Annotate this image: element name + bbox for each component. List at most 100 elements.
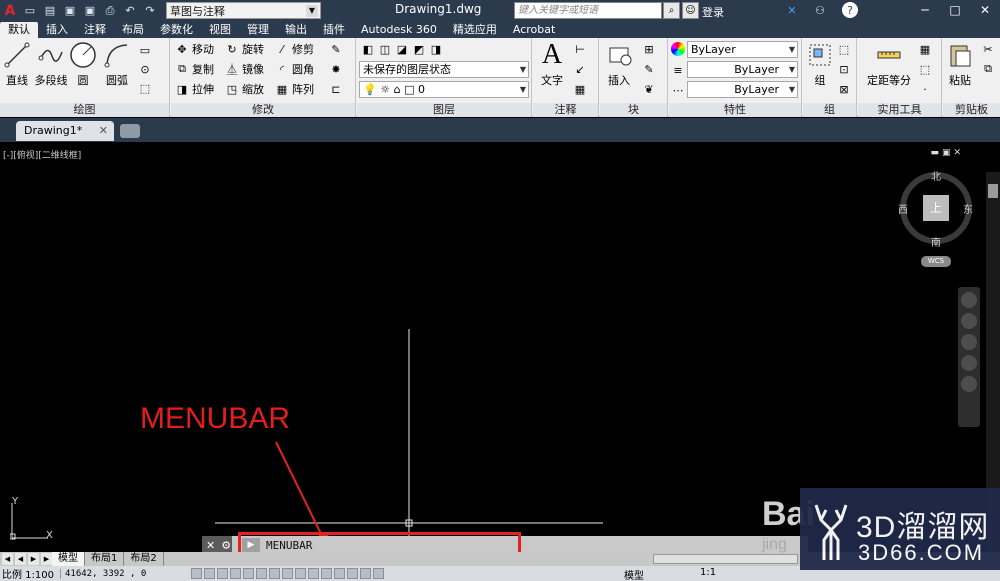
group-tool[interactable]: 组: [803, 40, 837, 88]
insert-block-tool[interactable]: 插入: [602, 40, 636, 88]
edit-block-tool[interactable]: ✎: [642, 60, 659, 78]
open-file-icon[interactable]: ▤: [42, 3, 58, 19]
hatch-tool[interactable]: ⊙: [138, 60, 155, 78]
rectangle-tool[interactable]: ▭: [138, 41, 155, 59]
tab-model[interactable]: 模型: [52, 552, 85, 566]
new-file-icon[interactable]: ▭: [22, 3, 38, 19]
prev-layout-icon[interactable]: ◀: [15, 553, 26, 565]
coordinates-readout[interactable]: 41642, 3392 , 0: [60, 568, 190, 579]
wrench-icon[interactable]: ⚙: [221, 539, 231, 552]
first-layout-icon[interactable]: ◀: [2, 553, 13, 565]
compass-north[interactable]: 北: [931, 168, 941, 183]
horizontal-scrollbar[interactable]: [653, 554, 798, 564]
select-all-tool[interactable]: ⬚: [918, 60, 935, 78]
dyn-icon[interactable]: [308, 568, 319, 579]
network-icon[interactable]: ⚇: [812, 2, 828, 18]
compass-west[interactable]: 西: [898, 201, 908, 216]
lineweight-select[interactable]: ByLayer ▼: [687, 81, 798, 98]
panel-annotation-label[interactable]: 注释: [533, 103, 598, 117]
compass-east[interactable]: 东: [963, 201, 973, 216]
showmotion-icon[interactable]: [961, 376, 977, 392]
search-icon[interactable]: ⌕: [663, 2, 680, 19]
match-properties-tool[interactable]: [671, 40, 688, 58]
wcs-menu[interactable]: WCS: [921, 256, 951, 267]
panel-modify-label[interactable]: 修改: [171, 103, 355, 117]
sc-icon[interactable]: [360, 568, 371, 579]
group-edit-tool[interactable]: ⊡: [837, 60, 854, 78]
color-select[interactable]: ByLayer ▼: [687, 41, 798, 58]
otrack-icon[interactable]: [282, 568, 293, 579]
osnap-icon[interactable]: [256, 568, 267, 579]
layer-state-select[interactable]: 未保存的图层状态 ▼: [359, 61, 529, 78]
layer-properties-tool[interactable]: ◧ ◫ ◪ ◩ ◨: [361, 40, 446, 58]
help-icon[interactable]: ?: [842, 2, 858, 18]
tpy-icon[interactable]: [334, 568, 345, 579]
polyline-tool[interactable]: 多段线: [32, 40, 70, 88]
model-space-label[interactable]: 模型: [624, 567, 644, 581]
stretch-tool[interactable]: ◨ 拉伸: [175, 80, 214, 98]
viewport-controls-label[interactable]: [-][俯视][二维线框]: [3, 148, 81, 161]
qp-icon[interactable]: [347, 568, 358, 579]
erase-tool[interactable]: ✎: [329, 40, 346, 58]
tab-featured-apps[interactable]: 精选应用: [445, 22, 505, 38]
text-tool[interactable]: A 文字: [535, 39, 569, 88]
close-icon[interactable]: ✕: [970, 0, 1000, 21]
redo-icon[interactable]: ↷: [142, 3, 158, 19]
layer-select[interactable]: 💡 ☼ ⌂ □ 0 ▼: [359, 81, 529, 98]
panel-properties-label[interactable]: 特性: [669, 103, 801, 117]
move-tool[interactable]: ✥ 移动: [175, 40, 214, 58]
tab-view[interactable]: 视图: [201, 22, 239, 38]
login-link[interactable]: 登录: [702, 4, 724, 20]
point-style-tool[interactable]: ·: [918, 80, 935, 98]
exchange-icon[interactable]: ✕: [784, 2, 800, 18]
save-icon[interactable]: ▣: [62, 3, 78, 19]
polar-icon[interactable]: [243, 568, 254, 579]
plot-icon[interactable]: ⎙: [102, 3, 118, 19]
next-layout-icon[interactable]: ▶: [28, 553, 39, 565]
snap-icon[interactable]: [204, 568, 215, 579]
zoom-icon[interactable]: [961, 334, 977, 350]
leader-tool[interactable]: ↙: [573, 60, 590, 78]
ortho-icon[interactable]: [230, 568, 241, 579]
new-tab-button[interactable]: [120, 124, 140, 138]
linetype-tool[interactable]: ≡: [671, 61, 688, 79]
tab-manage[interactable]: 管理: [239, 22, 277, 38]
save-as-icon[interactable]: ▣: [82, 3, 98, 19]
ducs-icon[interactable]: [295, 568, 306, 579]
cut-tool[interactable]: ✂: [981, 40, 998, 58]
infer-icon[interactable]: [191, 568, 202, 579]
panel-clipboard-label[interactable]: 剪贴板: [943, 103, 1000, 117]
region-tool[interactable]: ⬚: [138, 79, 155, 97]
search-input[interactable]: 键入关键字或短语: [514, 2, 662, 19]
annotation-scale-readout[interactable]: 1:1: [700, 567, 716, 578]
lineweight-tool[interactable]: ⋯: [671, 81, 688, 99]
measure-tool[interactable]: 定距等分: [864, 40, 914, 88]
create-block-tool[interactable]: ⊞: [642, 40, 659, 58]
trim-tool[interactable]: ⁄ 修剪: [275, 40, 314, 58]
dimension-tool[interactable]: ⊢: [573, 40, 590, 58]
tab-plugins[interactable]: 插件: [315, 22, 353, 38]
undo-icon[interactable]: ↶: [122, 3, 138, 19]
panel-utilities-label[interactable]: 实用工具: [858, 103, 941, 117]
tab-output[interactable]: 输出: [277, 22, 315, 38]
grid-icon[interactable]: [217, 568, 228, 579]
tab-annotate[interactable]: 注释: [76, 22, 114, 38]
panel-draw-label[interactable]: 绘图: [0, 103, 169, 117]
attribute-tool[interactable]: ❦: [642, 80, 659, 98]
copy-tool[interactable]: ⧉ 复制: [175, 60, 214, 78]
mirror-tool[interactable]: ⏅ 镜像: [225, 60, 265, 78]
app-logo-icon[interactable]: A: [0, 0, 20, 21]
fillet-tool[interactable]: ◜ 圆角: [275, 60, 314, 78]
circle-tool[interactable]: 圆: [66, 40, 100, 88]
line-tool[interactable]: 直线: [0, 40, 34, 88]
steering-wheel-icon[interactable]: [961, 292, 977, 308]
panel-block-label[interactable]: 块: [600, 103, 667, 117]
file-tab-drawing1[interactable]: Drawing1* ✕: [16, 121, 114, 141]
scroll-thumb[interactable]: [988, 184, 998, 198]
panel-layers-label[interactable]: 图层: [357, 103, 531, 117]
scale-tool[interactable]: ◳ 缩放: [225, 80, 264, 98]
panel-groups-label[interactable]: 组: [803, 103, 856, 117]
ungroup-tool[interactable]: ⬚: [837, 40, 854, 58]
orbit-icon[interactable]: [961, 355, 977, 371]
lwt-icon[interactable]: [321, 568, 332, 579]
